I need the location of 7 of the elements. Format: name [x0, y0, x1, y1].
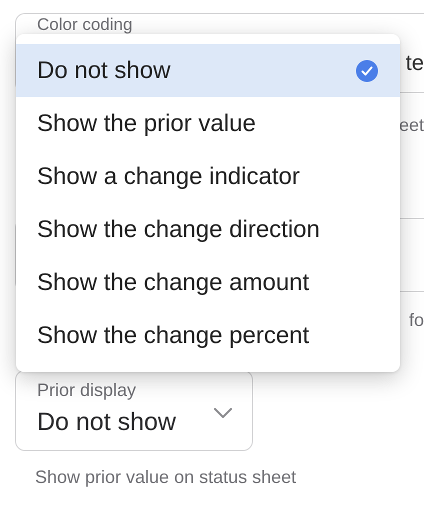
field-value: te	[406, 52, 424, 72]
helper-text: fo	[408, 310, 424, 330]
helper-text: Show prior value on status sheet	[35, 467, 298, 487]
helper-text: eet	[398, 115, 424, 137]
field-value: Do not show	[37, 407, 176, 438]
field-label: Color coding	[37, 16, 134, 33]
field-label: Prior display	[37, 379, 138, 401]
